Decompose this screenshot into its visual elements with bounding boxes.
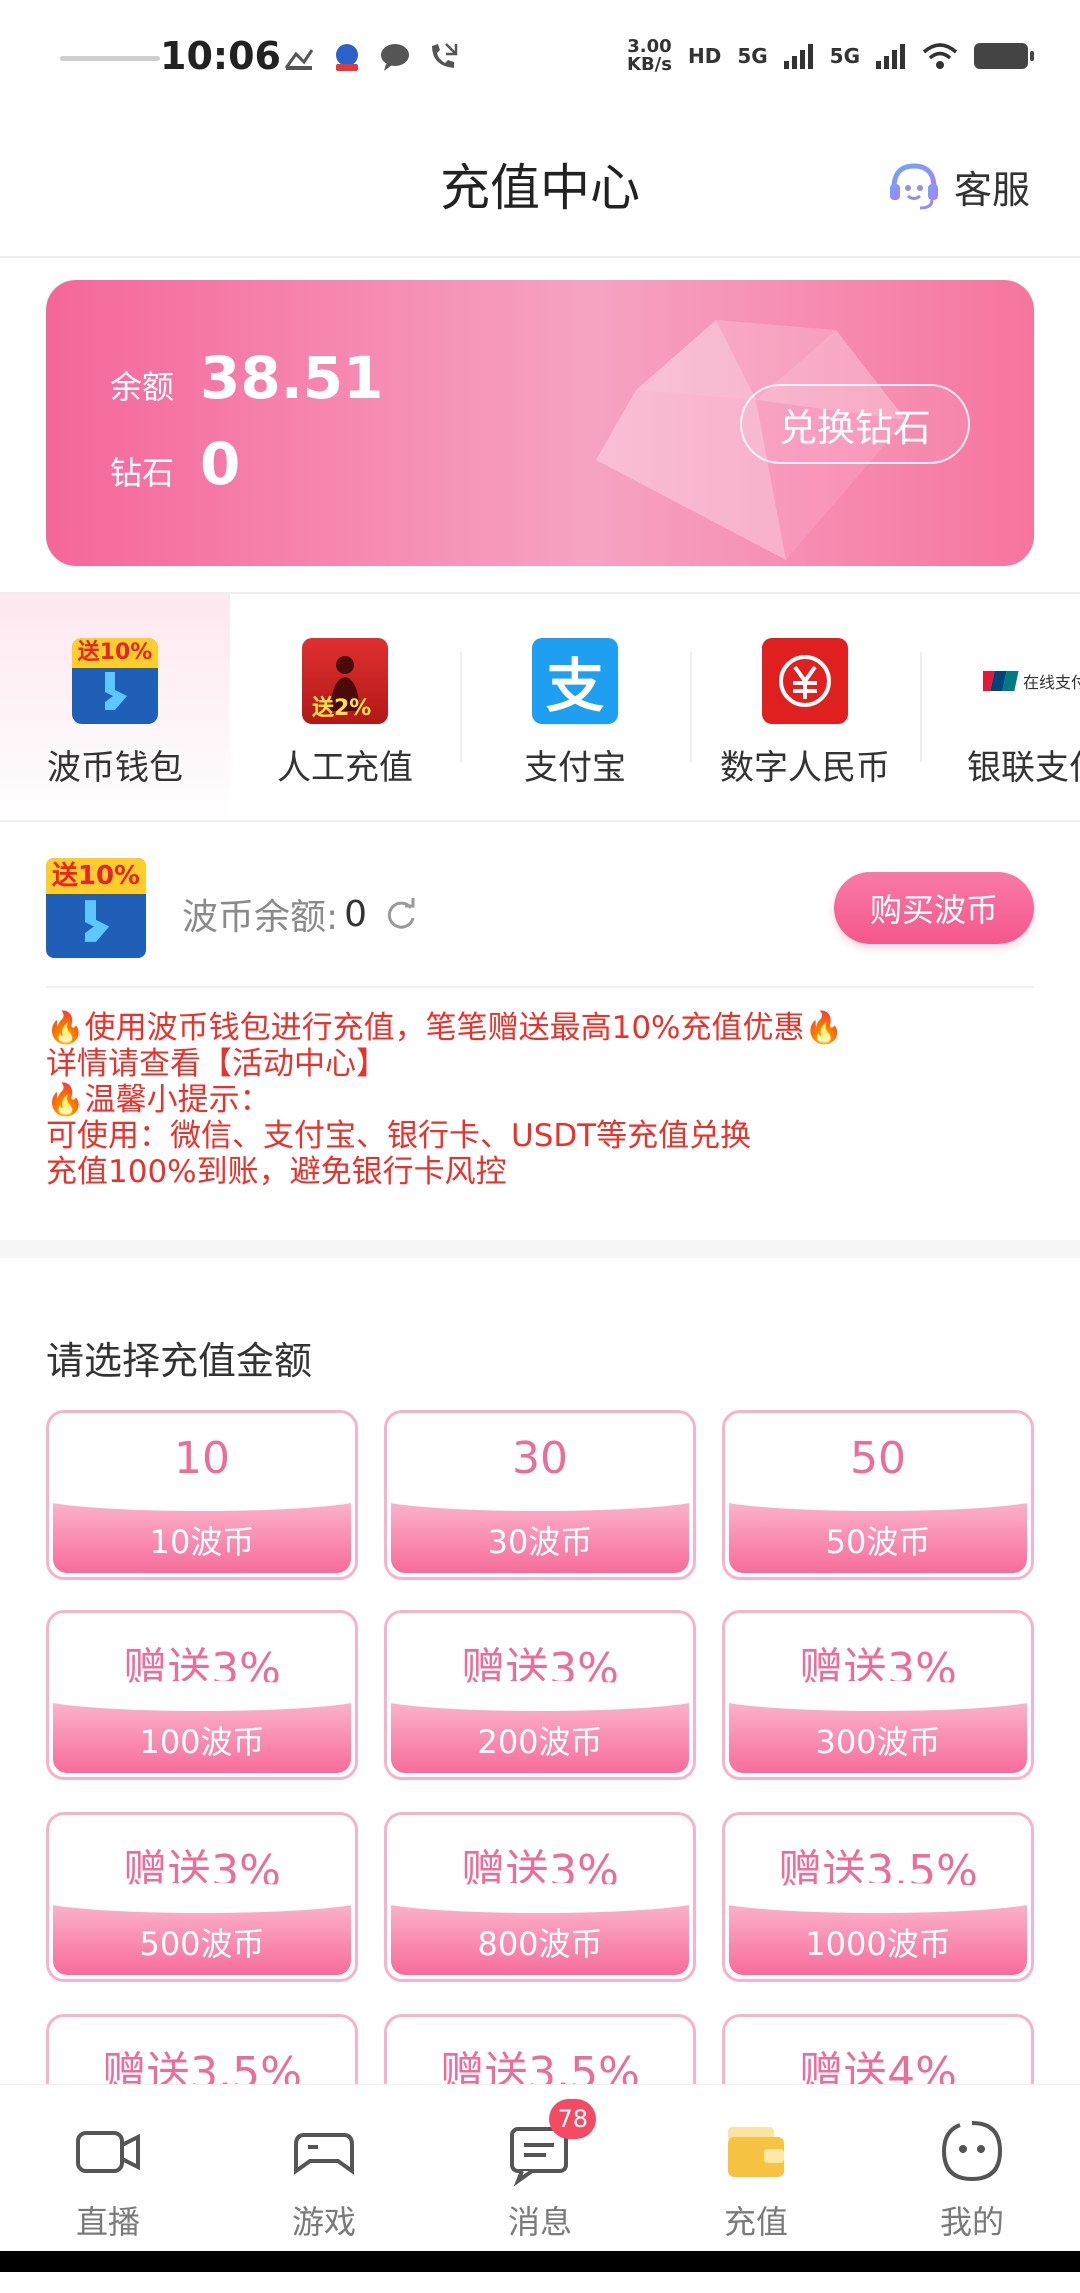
amount-option[interactable]: 赠送3% 800波币 xyxy=(384,1812,696,1982)
refresh-icon[interactable] xyxy=(381,894,421,934)
network-type-1: 5G xyxy=(737,44,768,68)
hd-voice-badge: HD xyxy=(687,44,722,68)
service-label: 客服 xyxy=(953,167,1030,212)
bobi-balance-label: 波币余额: xyxy=(182,897,339,938)
missed-call-icon xyxy=(432,43,458,68)
bobi-wallet-small-logo-icon: 送10% xyxy=(46,858,146,958)
amount-option[interactable]: 赠送3% 300波币 xyxy=(722,1610,1034,1780)
title-bar: 充值中心 客服 xyxy=(0,120,1080,258)
notice-line: 可使用：微信、支付宝、银行卡、USDT等充值兑换 xyxy=(46,1118,752,1154)
notification-icons xyxy=(282,40,460,74)
status-time: 10:06 xyxy=(160,34,281,78)
balance-label: 余额 xyxy=(110,368,175,406)
buy-bobi-button[interactable]: 购买波币 xyxy=(834,872,1034,944)
diamond-value: 0 xyxy=(200,430,241,498)
amount-option[interactable]: 30 30波币 xyxy=(384,1410,696,1580)
paytab-label: 波币钱包 xyxy=(47,748,183,788)
nav-profile[interactable]: 我的 xyxy=(864,2115,1080,2243)
paytab-alipay[interactable]: 支 支付宝 xyxy=(460,594,690,820)
profile-face-icon xyxy=(941,2121,1003,2182)
system-nav-bar xyxy=(0,2251,1080,2272)
paytab-label: 人工充值 xyxy=(277,748,413,788)
headset-icon xyxy=(889,163,938,210)
notice-line: 充值100%到账，避免银行卡风控 xyxy=(46,1154,507,1190)
battery-icon xyxy=(974,43,1034,69)
paytab-digital-rmb[interactable]: 数字人民币 xyxy=(690,594,920,820)
message-count-badge: 78 xyxy=(549,2099,596,2139)
notice-line: 🔥使用波币钱包进行充值，笔笔赠送最高10%充值优惠🔥 xyxy=(46,1010,844,1046)
nav-live[interactable]: 直播 xyxy=(0,2115,216,2243)
digital-rmb-logo-icon xyxy=(762,638,848,724)
app-notification-icon xyxy=(336,44,358,71)
amount-option[interactable]: 赠送3.5% 1000波币 xyxy=(722,1812,1034,1982)
signal-slash-icon xyxy=(284,49,314,70)
promo-notice: 🔥使用波币钱包进行充值，笔笔赠送最高10%充值优惠🔥 详情请查看【活动中心】 🔥… xyxy=(46,1010,843,1190)
paytab-label: 支付宝 xyxy=(524,748,626,788)
chat-bubble-icon xyxy=(381,44,409,71)
amount-option[interactable]: 赠送3% 200波币 xyxy=(384,1610,696,1780)
amount-option[interactable]: 赠送3% 100波币 xyxy=(46,1610,358,1780)
unionpay-logo-icon: 在线支付 xyxy=(970,638,1080,724)
amount-option[interactable]: 10 10波币 xyxy=(46,1410,358,1580)
recharge-page: 10:06 3.00 KB/s HD 5G 5G 充值中心 客服 余额 38.5… xyxy=(0,0,1080,2293)
status-bar: 10:06 3.00 KB/s HD 5G 5G xyxy=(0,0,1080,120)
nav-label: 消息 xyxy=(507,2203,572,2241)
paytab-manual-recharge[interactable]: 送2% 人工充值 xyxy=(230,594,460,820)
cell-signal-icon xyxy=(783,44,813,69)
paytab-unionpay[interactable]: 在线支付 银联支付 xyxy=(920,594,1080,820)
payment-method-tabs: 送10% 波币钱包 送2% 人工充值 支 支付宝 数字人民币 在线支 银联支 xyxy=(0,592,1080,822)
amount-option[interactable]: 50 50波币 xyxy=(722,1410,1034,1580)
diamond-label: 钻石 xyxy=(110,454,175,492)
bobi-balance-value: 0 xyxy=(344,893,368,935)
balance-value: 38.51 xyxy=(200,344,384,412)
notice-line: 🔥温馨小提示： xyxy=(46,1082,271,1118)
paytab-bobi-wallet[interactable]: 送10% 波币钱包 xyxy=(0,594,230,820)
paytab-label: 数字人民币 xyxy=(720,748,890,788)
nav-label: 充值 xyxy=(723,2203,788,2241)
divider xyxy=(46,986,1034,988)
amount-section-title: 请选择充值金额 xyxy=(46,1339,313,1383)
network-type-2: 5G xyxy=(829,44,860,68)
nav-label: 我的 xyxy=(939,2203,1004,2241)
system-status-icons: 3.00 KB/s HD 5G 5G xyxy=(627,36,1034,75)
manual-recharge-logo-icon: 送2% xyxy=(302,638,388,724)
bobi-balance: 波币余额: 0 xyxy=(182,888,421,940)
camera-icon xyxy=(76,2131,140,2173)
diamond-row: 钻石 0 xyxy=(110,430,240,498)
nav-label: 直播 xyxy=(75,2203,140,2241)
nav-label: 游戏 xyxy=(291,2203,356,2241)
nav-messages[interactable]: 78 消息 xyxy=(432,2099,648,2243)
wallet-icon xyxy=(728,2127,784,2177)
nav-games[interactable]: 游戏 xyxy=(216,2115,432,2243)
notice-line: 详情请查看【活动中心】 xyxy=(46,1046,387,1082)
nav-recharge[interactable]: 充值 xyxy=(648,2115,864,2243)
gamepad-icon xyxy=(294,2133,354,2175)
bobi-wallet-logo-icon: 送10% xyxy=(72,638,158,724)
wallet-info-panel: 送10% 波币余额: 0 购买波币 🔥使用波币钱包进行充值，笔笔赠送最高10%充… xyxy=(0,822,1080,1240)
bottom-navigation: 直播 游戏 78 消息 充值 我的 xyxy=(0,2084,1080,2272)
status-bar-line xyxy=(60,56,160,61)
section-gap xyxy=(0,1240,1080,1258)
network-speed: 3.00 KB/s xyxy=(627,36,672,75)
customer-service-button[interactable]: 客服 xyxy=(886,158,1030,214)
amount-option[interactable]: 赠送3% 500波币 xyxy=(46,1812,358,1982)
alipay-logo-icon: 支 xyxy=(532,638,618,724)
cell-signal-2-icon xyxy=(876,44,905,69)
wifi-icon xyxy=(922,43,958,69)
paytab-label: 银联支付 xyxy=(967,748,1080,788)
exchange-diamond-button[interactable]: 兑换钻石 xyxy=(740,384,970,464)
balance-card: 余额 38.51 钻石 0 兑换钻石 xyxy=(46,280,1034,566)
balance-row: 余额 38.51 xyxy=(110,344,383,412)
